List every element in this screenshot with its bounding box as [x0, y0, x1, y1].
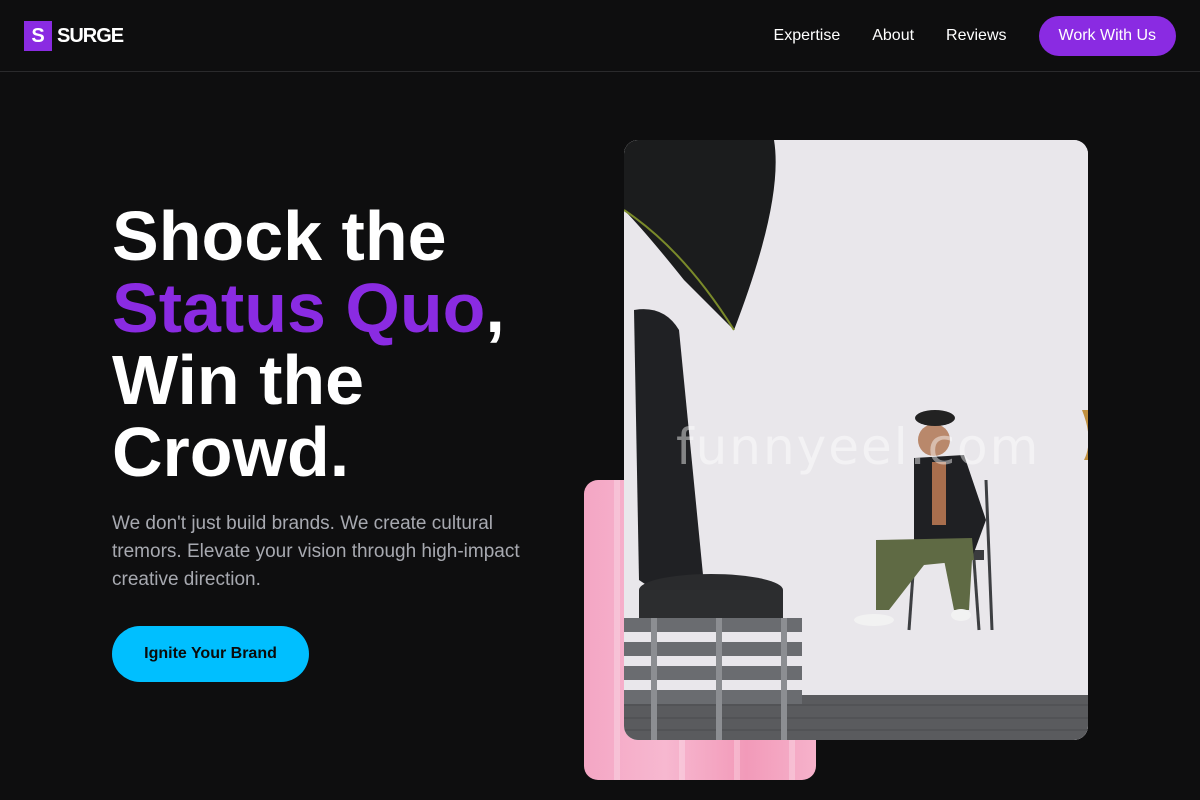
- hero-subtitle: We don't just build brands. We create cu…: [112, 513, 520, 590]
- headline-line-1: Shock the: [112, 197, 447, 275]
- ignite-your-brand-button[interactable]: Ignite Your Brand: [112, 626, 309, 682]
- watermark-text: funnyeel.com: [676, 418, 1041, 476]
- headline-comma: ,: [485, 269, 505, 347]
- work-with-us-button[interactable]: Work With Us: [1038, 16, 1176, 56]
- nav-link-expertise[interactable]: Expertise: [774, 16, 841, 56]
- nav-link-reviews[interactable]: Reviews: [946, 16, 1006, 56]
- logo-mark: S: [24, 21, 52, 51]
- logo-wordmark: SURGE: [57, 24, 124, 47]
- hero-headline: Shock the Status Quo, Win the Crowd.: [112, 200, 505, 488]
- brand-logo[interactable]: S SURGE: [24, 21, 124, 51]
- headline-accent: Status Quo: [112, 269, 486, 347]
- top-navbar: S SURGE Expertise About Reviews Work Wit…: [0, 0, 1200, 72]
- nav-links: Expertise About Reviews Work With Us: [774, 16, 1176, 56]
- headline-line-4: Crowd.: [112, 413, 350, 491]
- headline-line-3: Win the: [112, 341, 365, 419]
- headline-line-2: Status Quo,: [112, 272, 505, 344]
- nav-link-about[interactable]: About: [872, 16, 914, 56]
